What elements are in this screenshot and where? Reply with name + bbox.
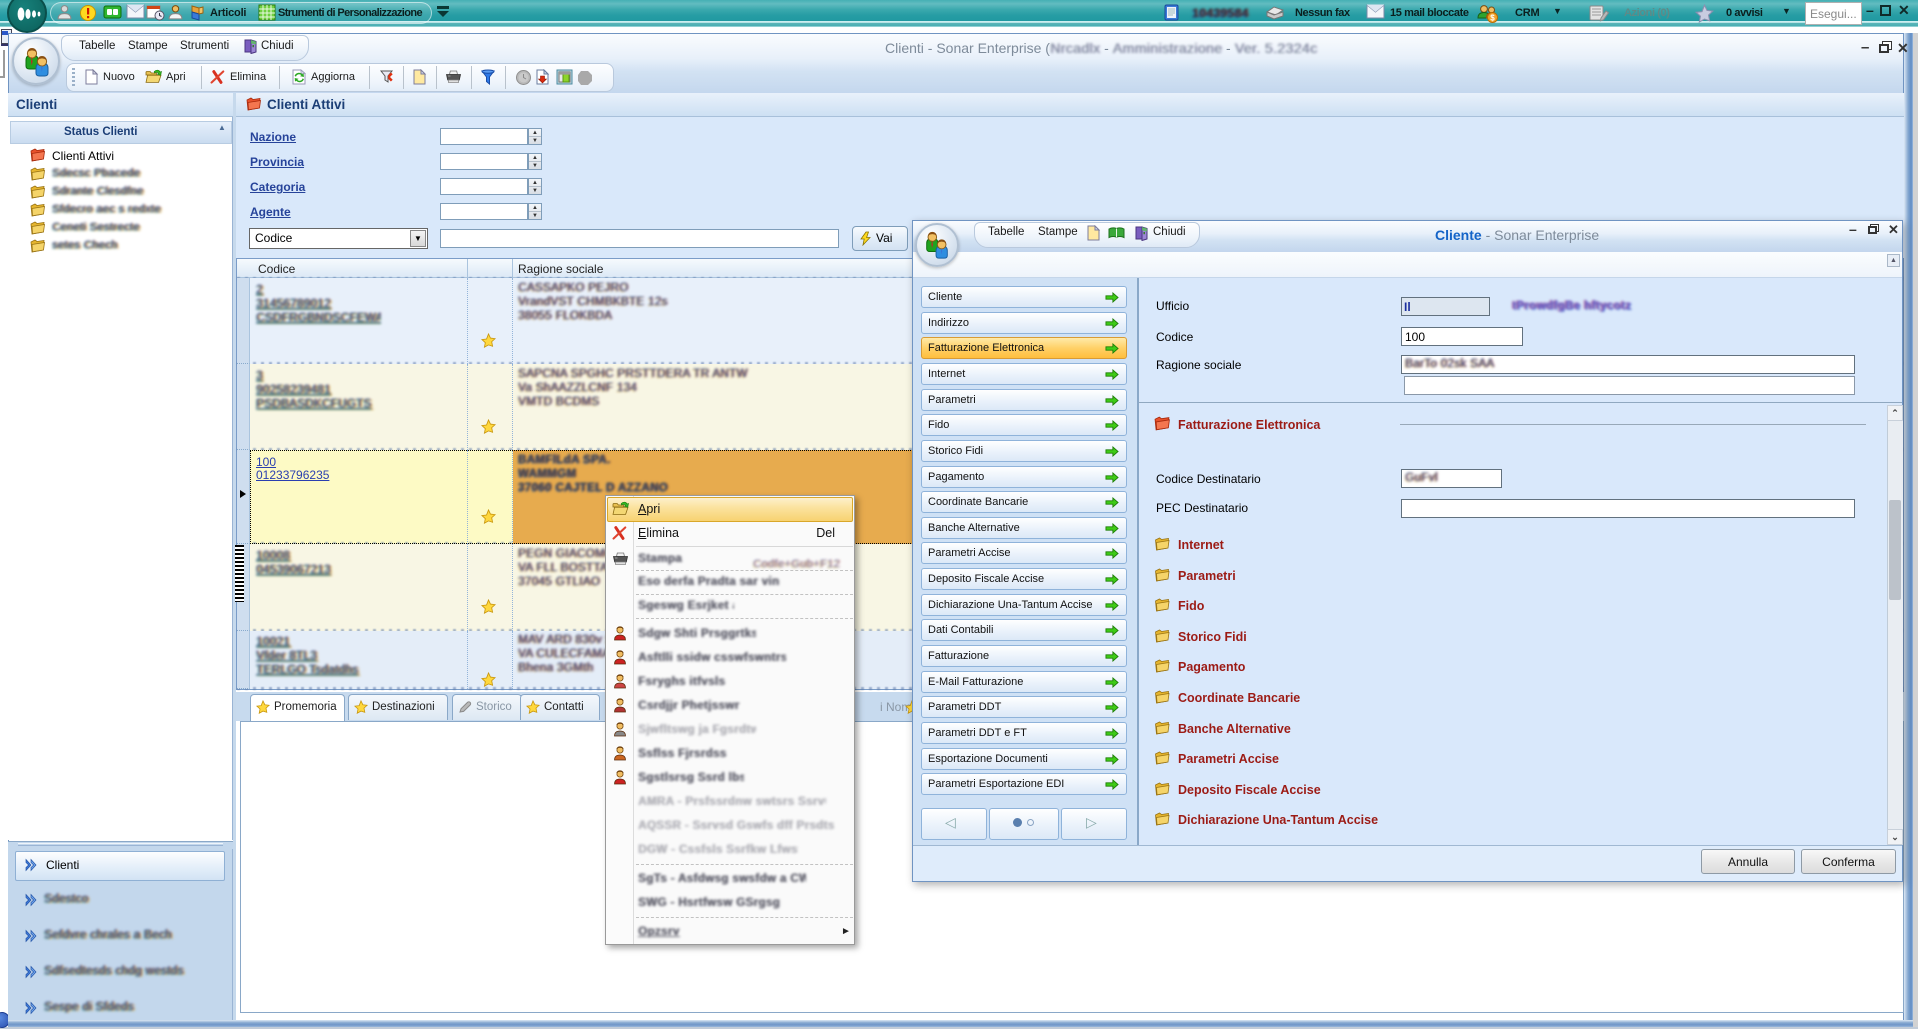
svg-text:$: $ xyxy=(1490,14,1495,23)
